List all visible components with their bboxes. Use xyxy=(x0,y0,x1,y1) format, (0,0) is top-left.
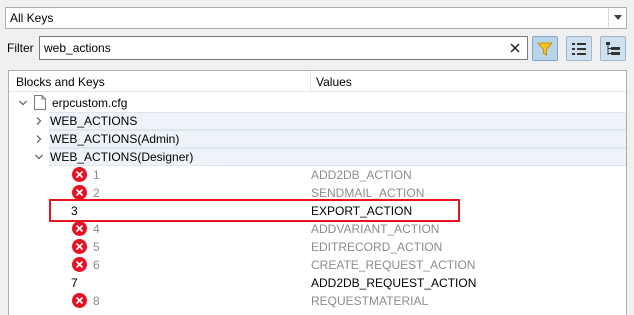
tree-block-row[interactable]: WEB_ACTIONS(Admin) xyxy=(9,130,626,148)
key-value: ADDVARIANT_ACTION xyxy=(311,222,440,236)
key-number: 2 xyxy=(93,186,100,200)
column-header-keys[interactable]: Blocks and Keys xyxy=(16,75,105,89)
tree-view-button[interactable] xyxy=(600,36,626,61)
column-header-values[interactable]: Values xyxy=(316,75,352,89)
key-value: EDITRECORD_ACTION xyxy=(311,240,443,254)
keys-tree-panel: Blocks and Keys Values erpcustom.cfg WEB… xyxy=(8,70,627,315)
key-scope-dropdown[interactable]: All Keys xyxy=(5,7,627,29)
chevron-down-icon xyxy=(614,15,622,20)
key-scope-value: All Keys xyxy=(10,11,54,25)
chevron-down-icon[interactable] xyxy=(35,153,43,161)
key-number: 1 xyxy=(93,168,100,182)
key-value: CREATE_REQUEST_ACTION xyxy=(311,258,476,272)
tree-key-row[interactable]: 7 ADD2DB_REQUEST_ACTION xyxy=(9,274,626,292)
close-icon[interactable] xyxy=(509,42,521,54)
filter-label: Filter xyxy=(7,41,34,55)
block-label: WEB_ACTIONS(Admin) xyxy=(50,132,180,146)
key-number: 7 xyxy=(71,276,78,290)
filter-field[interactable] xyxy=(39,36,528,60)
tree-file-row[interactable]: erpcustom.cfg xyxy=(9,94,626,112)
error-icon xyxy=(72,257,87,272)
tree-key-row[interactable]: 1 ADD2DB_ACTION xyxy=(9,166,626,184)
chevron-right-icon[interactable] xyxy=(35,117,43,125)
block-label: WEB_ACTIONS xyxy=(50,114,138,128)
error-icon xyxy=(72,185,87,200)
error-icon xyxy=(72,239,87,254)
filter-input[interactable] xyxy=(44,40,504,56)
tree-key-row[interactable]: 6 CREATE_REQUEST_ACTION xyxy=(9,256,626,274)
chevron-right-icon[interactable] xyxy=(35,135,43,143)
error-icon xyxy=(72,221,87,236)
key-value: SENDMAIL_ACTION xyxy=(311,186,425,200)
column-divider[interactable] xyxy=(310,71,311,92)
dropdown-button[interactable] xyxy=(608,8,626,28)
key-number: 6 xyxy=(93,258,100,272)
tree-icon xyxy=(606,42,620,55)
highlight-box xyxy=(49,199,460,222)
chevron-down-icon[interactable] xyxy=(19,99,27,107)
list-view-button[interactable] xyxy=(566,36,592,61)
key-number: 4 xyxy=(93,222,100,236)
error-icon xyxy=(72,293,87,308)
tree-key-row[interactable]: 8 REQUESTMATERIAL xyxy=(9,292,626,310)
tree-key-row[interactable]: 5 EDITRECORD_ACTION xyxy=(9,238,626,256)
file-name: erpcustom.cfg xyxy=(52,96,128,110)
tree-key-row[interactable]: 4 ADDVARIANT_ACTION xyxy=(9,220,626,238)
tree-block-row[interactable]: WEB_ACTIONS xyxy=(9,112,626,130)
error-icon xyxy=(72,167,87,182)
funnel-icon xyxy=(537,42,553,56)
file-icon xyxy=(34,95,46,110)
key-number: 5 xyxy=(93,240,100,254)
tree-block-row[interactable]: WEB_ACTIONS(Designer) xyxy=(9,148,626,166)
key-value: ADD2DB_ACTION xyxy=(311,168,412,182)
key-value: ADD2DB_REQUEST_ACTION xyxy=(311,276,477,290)
list-icon xyxy=(572,43,586,55)
key-value: REQUESTMATERIAL xyxy=(311,294,429,308)
block-label: WEB_ACTIONS(Designer) xyxy=(50,150,194,164)
tree-header: Blocks and Keys Values xyxy=(9,71,626,92)
key-number: 8 xyxy=(93,294,100,308)
filter-toggle-button[interactable] xyxy=(532,36,558,61)
